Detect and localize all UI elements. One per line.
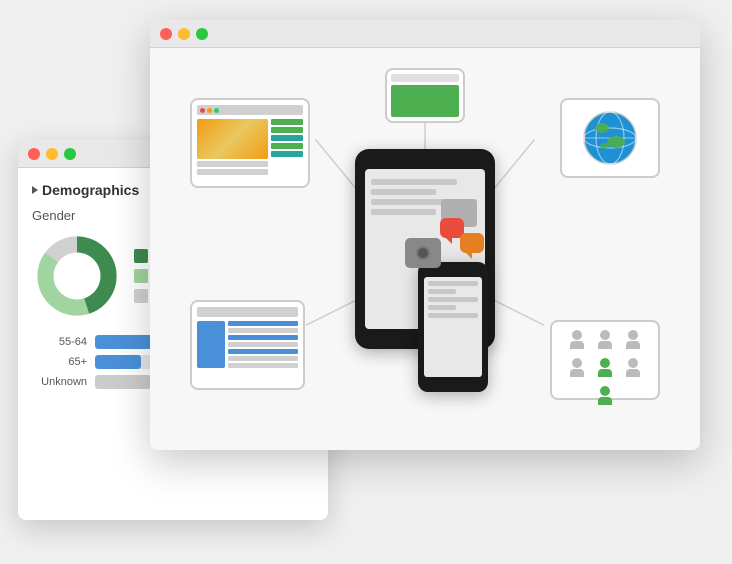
window-titlebar-front [150,20,700,48]
node-content-area-left-top [197,119,303,175]
phone-line-1 [428,281,478,286]
nlb-line-3 [228,335,298,340]
nlb-line-1 [228,321,298,326]
close-button-back[interactable] [28,148,40,160]
phone-screen [424,277,482,377]
age-label-unknown: Unknown [32,376,87,388]
person-body-7 [598,397,612,405]
dot-yellow-icon [207,108,212,113]
node-left-top [190,98,310,188]
globe-icon [580,108,640,168]
person-icon-6 [622,358,644,380]
male-color [134,249,148,263]
nlb-line-7 [228,363,298,368]
bar-fill-65plus [95,355,141,369]
node-image-inner [197,119,268,159]
node-lb-main [228,321,298,368]
person-icon-7 [594,386,616,408]
camera-lens [416,246,430,260]
node-browser-bar [197,105,303,115]
minimize-button-back[interactable] [46,148,58,160]
node-right-bottom [550,320,660,400]
tablet-line-4 [371,209,436,215]
node-right-top [560,98,660,178]
dot-red-icon [200,108,205,113]
person-icon-4 [566,358,588,380]
person-head-2 [600,330,610,340]
ad-canvas [150,48,700,450]
node-main-content [197,119,268,175]
chat-bubble-orange [460,233,484,253]
ad-network-window [150,20,700,450]
person-body-6 [626,369,640,377]
section-title-label: Demographics [42,182,139,198]
node-line-2 [197,169,268,175]
female-color [134,269,148,283]
sidebar-line-1 [271,119,303,125]
node-top-content [391,85,459,117]
collapse-icon[interactable] [32,186,38,194]
person-body-5 [598,369,612,377]
node-left-bottom [190,300,305,390]
phone-device [418,262,488,392]
sidebar-line-5 [271,151,303,157]
nlb-line-4 [228,342,298,347]
nlb-line-6 [228,356,298,361]
ad-diagram [180,68,670,430]
person-head-3 [628,330,638,340]
node-lb-bar [197,307,298,317]
bar-fill-unknown [95,375,151,389]
person-body-3 [626,341,640,349]
person-head-7 [600,386,610,396]
node-line-1 [197,161,268,167]
gender-donut-chart [32,231,122,321]
person-head-1 [572,330,582,340]
close-button-front[interactable] [160,28,172,40]
phone-line-2 [428,289,456,294]
sidebar-line-2 [271,127,303,133]
phone-line-4 [428,305,456,310]
age-label-55-64: 55-64 [32,336,87,348]
unknown-color [134,289,148,303]
camera-icon [405,238,441,268]
phone-line-5 [428,313,478,318]
person-icon-3 [622,330,644,352]
tablet-line-2 [371,189,436,195]
nlb-line-5 [228,349,298,354]
minimize-button-front[interactable] [178,28,190,40]
node-sidebar [271,119,303,175]
node-lb-content [197,321,298,368]
phone-line-3 [428,297,478,302]
person-icon-2 [594,330,616,352]
node-image [197,119,268,159]
person-icon-5 [594,358,616,380]
person-body-4 [570,369,584,377]
node-top-bar [391,74,459,82]
age-label-65plus: 65+ [32,356,87,368]
nlb-line-2 [228,328,298,333]
person-body-2 [598,341,612,349]
dot-green-icon [214,108,219,113]
sidebar-line-3 [271,135,303,141]
person-head-4 [572,358,582,368]
maximize-button-front[interactable] [196,28,208,40]
tablet-line-1 [371,179,457,185]
node-lb-sidebar [197,321,225,368]
person-head-6 [628,358,638,368]
node-top [385,68,465,123]
sidebar-line-4 [271,143,303,149]
person-head-5 [600,358,610,368]
person-icon-1 [566,330,588,352]
person-body-1 [570,341,584,349]
maximize-button-back[interactable] [64,148,76,160]
